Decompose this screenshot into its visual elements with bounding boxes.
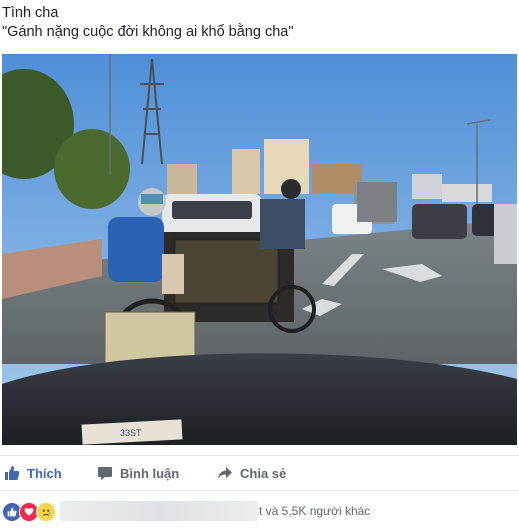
reaction-count-text[interactable]: t và 5,5K người khác [259, 504, 370, 518]
comment-label: Bình luận [120, 465, 180, 481]
blurred-names [60, 501, 258, 521]
comment-button[interactable]: Bình luận [97, 465, 179, 481]
like-label: Thích [27, 465, 62, 481]
post-text: Tình cha "Gánh nặng cuộc đời không ai kh… [2, 4, 517, 42]
sad-reaction-icon [36, 502, 56, 522]
post-photo[interactable]: 33ST [2, 54, 517, 445]
thumbs-up-icon [4, 465, 20, 481]
sign-text: 33ST [120, 428, 142, 438]
share-arrow-icon [217, 465, 233, 481]
post-quote: "Gánh nặng cuộc đời không ai khổ bằng ch… [2, 24, 294, 40]
share-label: Chia sẻ [240, 465, 287, 481]
like-button[interactable]: Thích [4, 465, 62, 481]
post-title: Tình cha [2, 5, 59, 21]
share-button[interactable]: Chia sẻ [217, 465, 286, 481]
reactions-summary[interactable]: t và 5,5K người khác [0, 497, 519, 527]
post-actions-bar: Thích Bình luận Chia sẻ [0, 455, 519, 491]
street-scene: 33ST [2, 54, 517, 445]
comment-icon [97, 465, 113, 481]
reaction-icons [2, 502, 56, 522]
